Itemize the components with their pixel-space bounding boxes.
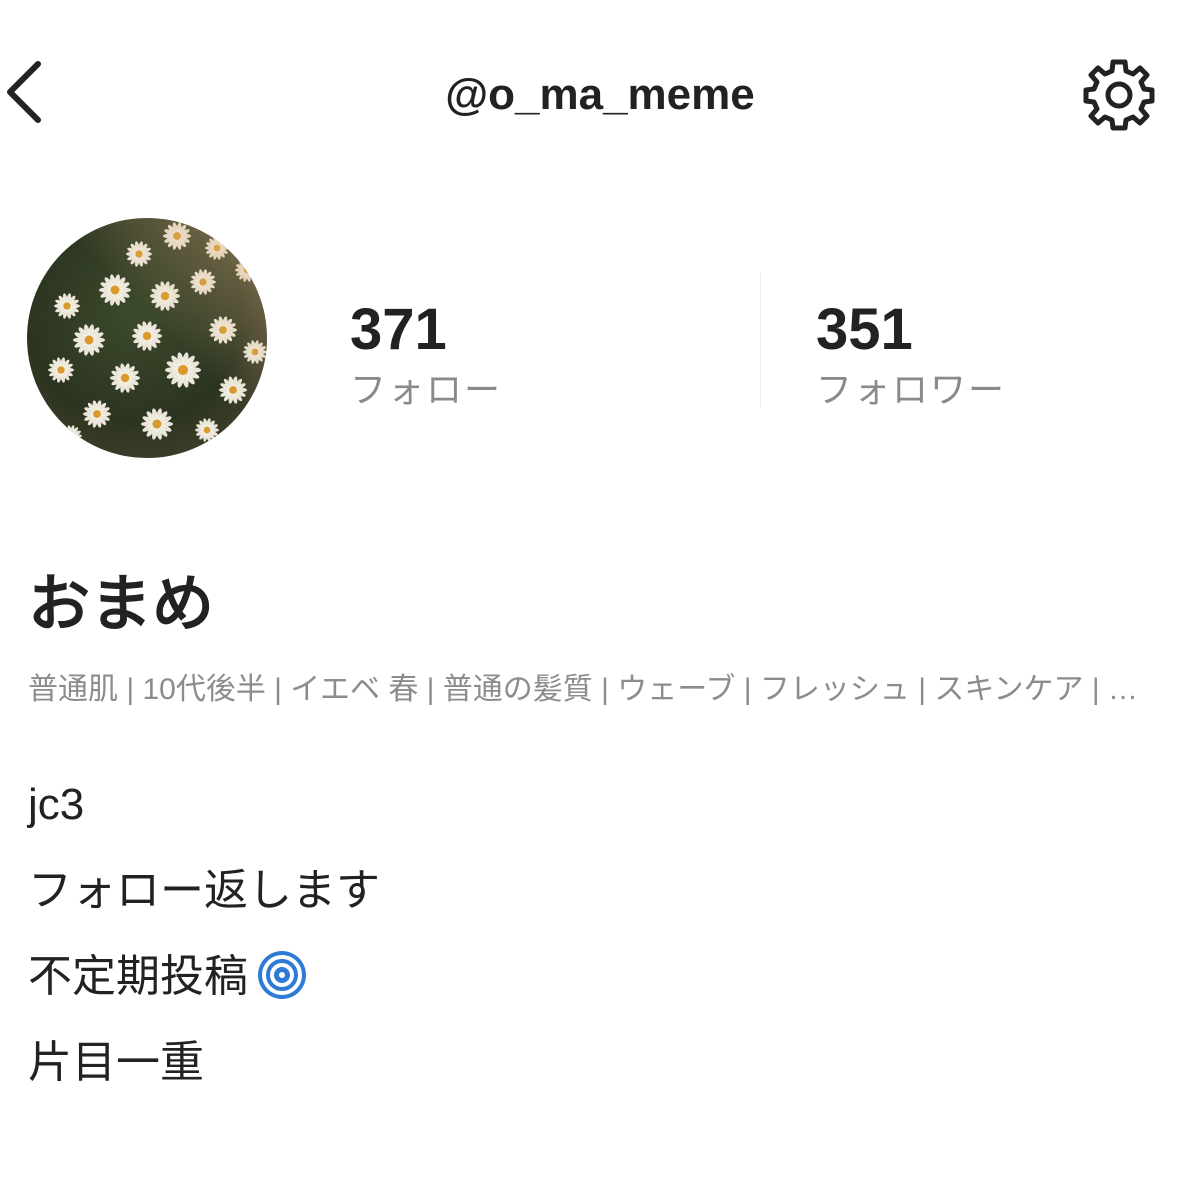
- followers-label: フォロワー: [816, 369, 1007, 410]
- daisy-field-photo: [27, 218, 267, 458]
- gear-icon: [1083, 59, 1155, 131]
- following-stat[interactable]: 371 フォロー: [350, 298, 502, 414]
- page-title: @o_ma_meme: [445, 70, 755, 119]
- display-name: おまめ: [28, 570, 215, 639]
- followers-count: 351: [816, 297, 913, 362]
- following-label: フォロー: [350, 369, 503, 410]
- stats-divider: [760, 272, 761, 408]
- followers-stat[interactable]: 351 フォロワー: [816, 298, 1006, 414]
- daisy-flower: [236, 421, 258, 443]
- cyclone-icon: [256, 949, 308, 1018]
- bio: jc3 フォロー返します 不定期投稿 片目一重: [28, 774, 380, 1118]
- bio-line: フォロー返します: [28, 866, 380, 915]
- bio-line-text: 不定期投稿: [28, 952, 248, 1001]
- settings-button[interactable]: [1080, 56, 1158, 134]
- bio-line: 片目一重: [28, 1038, 204, 1087]
- top-bar: @o_ma_meme: [0, 0, 1200, 190]
- bio-line: 不定期投稿: [28, 946, 380, 1032]
- bio-line: jc3: [28, 780, 85, 829]
- avatar[interactable]: [27, 218, 267, 458]
- following-count: 371: [350, 297, 447, 362]
- profile-tags[interactable]: 普通肌 | 10代後半 | イエベ 春 | 普通の髪質 | ウェーブ | フレッ…: [28, 664, 1158, 708]
